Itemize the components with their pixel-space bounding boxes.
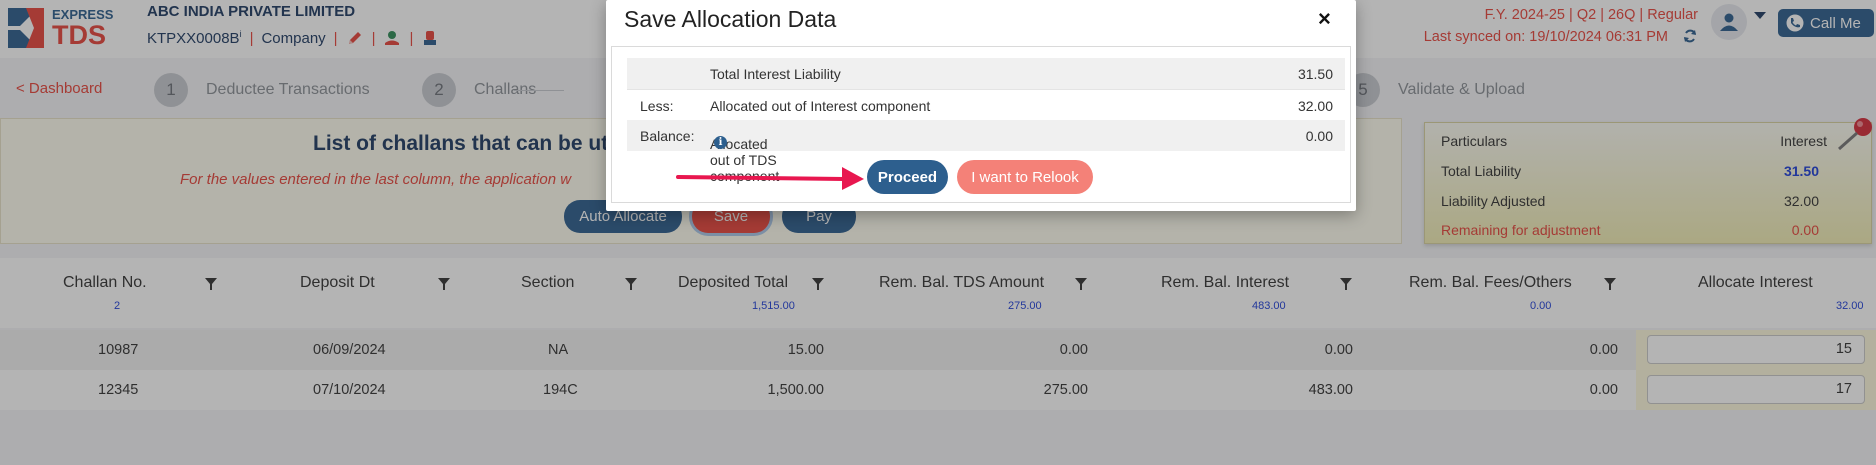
dialog-row-total-interest: Total Interest Liability 31.50 bbox=[627, 58, 1345, 89]
dialog-row-interest-component: Less: Allocated out of Interest componen… bbox=[627, 89, 1345, 120]
red-arrow-annotation bbox=[676, 167, 864, 190]
row-label: Allocated out of Interest component bbox=[710, 98, 931, 114]
close-icon[interactable]: × bbox=[1318, 6, 1331, 32]
row-prefix: Balance: bbox=[640, 128, 695, 144]
row-prefix: Less: bbox=[640, 98, 674, 114]
proceed-button[interactable]: Proceed bbox=[867, 160, 948, 194]
row-value: 31.50 bbox=[1297, 66, 1333, 82]
relook-button[interactable]: I want to Relook bbox=[957, 160, 1093, 194]
row-value: 32.00 bbox=[1297, 98, 1333, 114]
info-icon[interactable]: i bbox=[714, 136, 727, 149]
row-value: 0.00 bbox=[1305, 128, 1333, 144]
row-label: Total Interest Liability bbox=[710, 66, 841, 82]
dialog-title: Save Allocation Data bbox=[624, 6, 837, 32]
dialog-row-tds-component: Balance: Allocated out of TDS componenti… bbox=[627, 120, 1345, 184]
